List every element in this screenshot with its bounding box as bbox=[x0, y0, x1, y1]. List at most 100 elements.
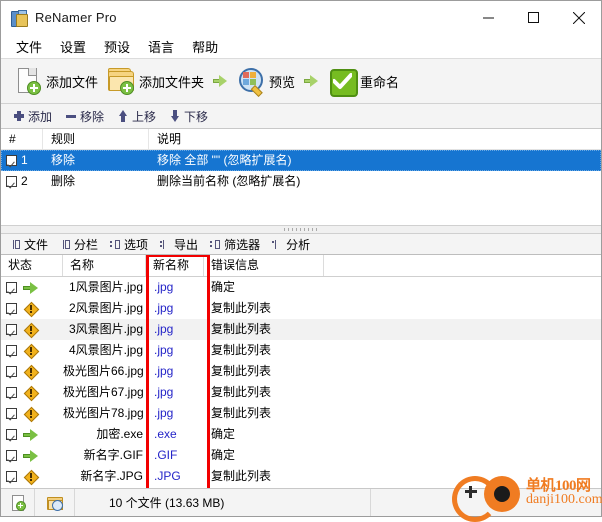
file-checkbox[interactable] bbox=[6, 366, 17, 377]
file-status-cell bbox=[1, 298, 63, 319]
tab-files[interactable]: 文件 bbox=[5, 235, 53, 254]
file-checkbox[interactable] bbox=[6, 471, 17, 482]
plus-icon bbox=[13, 110, 25, 122]
file-newname-cell: .jpg bbox=[154, 301, 174, 315]
rule-move-down-button[interactable]: 下移 bbox=[164, 107, 213, 126]
table-row[interactable]: 1 移除 移除 全部 "" (忽略扩展名) bbox=[1, 150, 601, 171]
file-checkbox[interactable] bbox=[6, 345, 17, 356]
statusbar-spacer bbox=[371, 489, 601, 516]
tab-analyze[interactable]: 分析 bbox=[267, 235, 315, 254]
menu-item-settings[interactable]: 设置 bbox=[51, 35, 95, 58]
file-checkbox[interactable] bbox=[6, 408, 17, 419]
files-column-error[interactable]: 错误信息 bbox=[204, 255, 324, 276]
file-error-cell: 复制此列表 bbox=[211, 406, 272, 420]
tab-files-label: 文件 bbox=[24, 237, 49, 252]
add-folder-button[interactable]: 添加文件夹 bbox=[102, 61, 208, 101]
files-column-newname[interactable]: 新名称 bbox=[146, 255, 204, 276]
maximize-button[interactable] bbox=[511, 1, 556, 34]
statusbar-browse-button[interactable] bbox=[35, 489, 75, 516]
file-newname-cell: .jpg bbox=[154, 343, 174, 357]
file-checkbox[interactable] bbox=[6, 429, 17, 440]
table-row[interactable]: 2 删除 删除当前名称 (忽略扩展名) bbox=[1, 171, 601, 192]
table-row[interactable]: 极光图片67.jpg .jpg 复制此列表 bbox=[1, 382, 601, 403]
rule-remove-button[interactable]: 移除 bbox=[60, 107, 109, 126]
menu-item-language[interactable]: 语言 bbox=[139, 35, 183, 58]
file-spacer-cell bbox=[324, 298, 601, 319]
statusbar-add-file-button[interactable] bbox=[1, 489, 35, 516]
file-error-cell: 复制此列表 bbox=[211, 322, 272, 336]
rules-table: # 规则 说明 1 移除 移除 全部 "" (忽略扩展名) 2 删除 删除当前名… bbox=[1, 129, 601, 226]
menu-item-presets[interactable]: 预设 bbox=[95, 35, 139, 58]
table-row[interactable]: 新名字.GIF .GIF 确定 bbox=[1, 445, 601, 466]
table-row[interactable]: 新名字.JPG .JPG 复制此列表 bbox=[1, 466, 601, 487]
rules-column-rule[interactable]: 规则 bbox=[43, 129, 149, 149]
file-checkbox[interactable] bbox=[6, 303, 17, 314]
rules-row-index: 2 bbox=[1, 171, 43, 192]
file-status-cell bbox=[1, 403, 63, 424]
table-row[interactable]: 极光图片78.jpg .jpg 复制此列表 bbox=[1, 403, 601, 424]
window-title: ReNamer Pro bbox=[35, 10, 117, 25]
files-column-name[interactable]: 名称 bbox=[63, 255, 146, 276]
rules-row-desc: 移除 全部 "" (忽略扩展名) bbox=[157, 153, 292, 167]
flow-arrow-icon-1 bbox=[213, 74, 228, 88]
options-icon bbox=[110, 239, 121, 250]
tab-columns[interactable]: 分栏 bbox=[55, 235, 103, 254]
table-row[interactable]: 加密.exe .exe 确定 bbox=[1, 424, 601, 445]
file-status-cell bbox=[1, 424, 63, 445]
rules-empty-area bbox=[1, 192, 601, 225]
rules-column-index[interactable]: # bbox=[1, 129, 43, 149]
status-warning-icon bbox=[23, 469, 40, 486]
files-column-status[interactable]: 状态 bbox=[1, 255, 63, 276]
file-spacer-cell bbox=[324, 340, 601, 361]
rule-checkbox[interactable] bbox=[6, 176, 17, 187]
rule-index-label: 2 bbox=[21, 174, 28, 188]
tab-options[interactable]: 选项 bbox=[105, 235, 153, 254]
file-checkbox[interactable] bbox=[6, 387, 17, 398]
minimize-button[interactable] bbox=[466, 1, 511, 34]
app-folder-icon bbox=[10, 9, 28, 27]
status-warning-icon bbox=[23, 406, 40, 423]
file-error-cell: 复制此列表 bbox=[211, 469, 272, 483]
file-newname-cell: .exe bbox=[154, 427, 177, 441]
add-files-button[interactable]: 添加文件 bbox=[9, 61, 102, 101]
rename-button[interactable]: 重命名 bbox=[323, 61, 403, 101]
rule-move-up-button[interactable]: 上移 bbox=[112, 107, 161, 126]
tab-filter[interactable]: 筛选器 bbox=[205, 235, 265, 254]
files-column-spacer bbox=[324, 255, 601, 276]
table-row[interactable]: 3风景图片.jpg .jpg 复制此列表 bbox=[1, 319, 601, 340]
file-status-cell bbox=[1, 340, 63, 361]
tab-export[interactable]: 导出 bbox=[155, 235, 203, 254]
magnifier-preview-icon bbox=[236, 66, 266, 98]
file-spacer-cell bbox=[324, 382, 601, 403]
table-row[interactable]: 1风景图片.jpg .jpg 确定 bbox=[1, 277, 601, 298]
close-button[interactable] bbox=[556, 1, 601, 34]
file-add-icon bbox=[13, 66, 43, 96]
rules-column-desc[interactable]: 说明 bbox=[149, 129, 601, 149]
file-checkbox[interactable] bbox=[6, 324, 17, 335]
check-rename-icon bbox=[327, 66, 359, 97]
file-checkbox[interactable] bbox=[6, 282, 17, 293]
file-name-cell: 2风景图片.jpg bbox=[68, 301, 143, 315]
file-name-cell: 3风景图片.jpg bbox=[68, 322, 143, 336]
table-row[interactable]: 极光图片66.jpg .jpg 复制此列表 bbox=[1, 361, 601, 382]
columns-icon bbox=[60, 239, 71, 250]
rules-row-rule: 移除 bbox=[51, 153, 76, 167]
table-row[interactable]: 4风景图片.jpg .jpg 复制此列表 bbox=[1, 340, 601, 361]
file-name-cell: 加密.exe bbox=[96, 427, 143, 441]
tab-strip: 文件 分栏 选项 导出 筛选器 分析 bbox=[1, 234, 601, 255]
file-spacer-cell bbox=[324, 361, 601, 382]
file-newname-cell: .jpg bbox=[154, 322, 174, 336]
file-spacer-cell bbox=[324, 466, 601, 487]
file-name-cell: 1风景图片.jpg bbox=[68, 280, 143, 294]
table-row[interactable]: 2风景图片.jpg .jpg 复制此列表 bbox=[1, 298, 601, 319]
preview-button[interactable]: 预览 bbox=[232, 61, 299, 101]
status-bar: 10 个文件 (13.63 MB) 单机100网 danji100.com bbox=[1, 476, 602, 522]
panel-splitter[interactable] bbox=[1, 226, 601, 234]
rule-checkbox[interactable] bbox=[6, 155, 17, 166]
rule-move-up-label: 上移 bbox=[132, 109, 157, 124]
menu-item-help[interactable]: 帮助 bbox=[183, 35, 227, 58]
menu-item-file[interactable]: 文件 bbox=[7, 35, 51, 58]
rule-add-button[interactable]: 添加 bbox=[8, 107, 57, 126]
rules-toolbar: 添加 移除 上移 下移 bbox=[1, 104, 601, 129]
file-checkbox[interactable] bbox=[6, 450, 17, 461]
